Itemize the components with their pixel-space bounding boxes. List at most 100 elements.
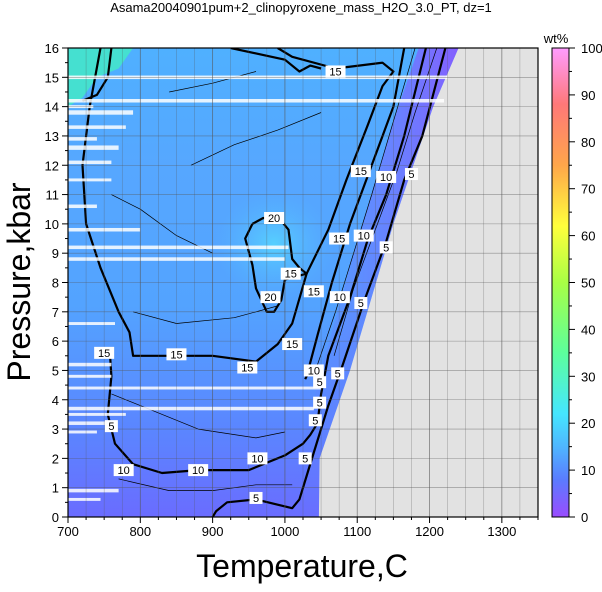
contour-label: 5 xyxy=(313,376,327,389)
colorbar-tick-label: 0 xyxy=(581,510,588,525)
y-tick-label: 16 xyxy=(45,41,59,56)
data-gap xyxy=(68,178,112,182)
x-axis-label: Temperature,C xyxy=(196,548,408,584)
contour-label-text: 5 xyxy=(108,421,114,433)
contour-label: 10 xyxy=(247,452,268,465)
contour-label-text: 10 xyxy=(334,292,346,304)
contour-label: 5 xyxy=(313,396,327,410)
contour-label-text: 5 xyxy=(253,493,259,505)
data-gap xyxy=(68,160,112,165)
y-tick-label: 1 xyxy=(52,481,59,496)
x-tick-label: 900 xyxy=(202,524,224,539)
colorbar-tick-label: 20 xyxy=(581,416,595,431)
contour-label: 10 xyxy=(376,170,397,184)
y-tick-label: 2 xyxy=(52,451,59,466)
contour-label: 15 xyxy=(282,338,303,351)
contour-label-text: 10 xyxy=(308,365,320,377)
contour-label-text: 5 xyxy=(302,453,308,465)
contour-label: 20 xyxy=(264,212,285,225)
contour-label: 15 xyxy=(166,348,187,361)
contour-label: 5 xyxy=(354,297,368,310)
x-tick-label: 1300 xyxy=(487,524,516,539)
y-tick-label: 14 xyxy=(45,100,59,115)
contour-label: 10 xyxy=(303,364,324,377)
contour-label: 10 xyxy=(113,464,134,477)
data-gap xyxy=(68,497,101,501)
data-gap xyxy=(68,245,289,250)
colorbar-tick-label: 60 xyxy=(581,229,595,244)
contour-label-text: 10 xyxy=(192,465,204,477)
x-tick-label: 1000 xyxy=(270,524,299,539)
y-tick-label: 0 xyxy=(52,510,59,525)
contour-label: 15 xyxy=(325,65,346,78)
y-axis-ticks: 012345678910111213141516 xyxy=(45,41,68,525)
contour-label-text: 15 xyxy=(98,348,110,360)
x-axis-ticks: 700 800 900 1000 1100 1200 1300 xyxy=(57,517,539,539)
data-field-high-region xyxy=(214,189,335,300)
x-tick-label: 700 xyxy=(57,524,79,539)
contour-label: 10 xyxy=(353,229,374,243)
y-tick-label: 4 xyxy=(52,393,59,408)
contour-label-text: 20 xyxy=(264,292,276,304)
y-tick-label: 15 xyxy=(45,70,59,85)
contour-label-text: 5 xyxy=(317,377,323,389)
data-gap xyxy=(68,125,126,129)
chart-title: Asama20040901pum+2_clinopyroxene_mass_H2… xyxy=(110,0,492,15)
contour-label-text: 10 xyxy=(380,172,392,184)
contour-label: 5 xyxy=(379,241,393,254)
contour-label-text: 15 xyxy=(286,339,298,351)
contour-label-text: 10 xyxy=(118,465,130,477)
contour-label: 15 xyxy=(94,346,115,360)
y-tick-label: 12 xyxy=(45,158,59,173)
contour-label: 5 xyxy=(249,491,263,505)
contour-label-text: 15 xyxy=(333,234,345,246)
contour-label: 10 xyxy=(188,464,209,477)
y-tick-label: 7 xyxy=(52,305,59,320)
data-gap xyxy=(68,110,134,115)
data-gap xyxy=(68,99,444,103)
contour-label-text: 15 xyxy=(170,349,182,361)
data-gap xyxy=(68,488,119,493)
contour-label: 5 xyxy=(404,168,418,181)
contour-label-text: 5 xyxy=(358,298,364,310)
contour-label-text: 5 xyxy=(312,415,318,427)
y-tick-label: 10 xyxy=(45,217,59,232)
data-gap xyxy=(68,137,97,141)
data-gap xyxy=(68,362,112,367)
y-tick-label: 13 xyxy=(45,129,59,144)
y-tick-label: 9 xyxy=(52,246,59,261)
contour-label: 20 xyxy=(260,291,281,304)
colorbar-tick-label: 90 xyxy=(581,88,595,103)
contour-label: 5 xyxy=(298,452,312,465)
contour-label: 15 xyxy=(237,361,258,375)
y-tick-label: 11 xyxy=(46,188,60,203)
contour-label-text: 15 xyxy=(241,363,253,375)
contour-label-text: 15 xyxy=(355,166,367,178)
x-tick-label: 800 xyxy=(129,524,151,539)
data-gap xyxy=(68,374,112,378)
colorbar xyxy=(551,47,570,518)
contour-label-text: 5 xyxy=(408,169,414,181)
colorbar-tick-label: 50 xyxy=(581,276,595,291)
colorbar-tick-label: 80 xyxy=(581,135,595,150)
y-tick-label: 6 xyxy=(52,334,59,349)
y-tick-label: 5 xyxy=(52,363,59,378)
data-gap xyxy=(68,412,126,416)
contour-label-text: 5 xyxy=(383,242,389,254)
data-gap xyxy=(68,145,119,150)
chart: 15151515151515 151520201010101010 10105555… xyxy=(1,0,602,584)
contour-label-text: 5 xyxy=(335,368,341,380)
colorbar-tick-label: 40 xyxy=(581,322,595,337)
colorbar-label: wt% xyxy=(543,31,569,46)
colorbar-tick-label: 100 xyxy=(581,41,602,56)
contour-label-text: 10 xyxy=(358,231,370,243)
colorbar-ticks: 0 10 20 30 40 50 60 70 80 90 100 xyxy=(569,41,602,525)
contour-label-text: 5 xyxy=(317,398,323,410)
y-tick-label: 3 xyxy=(52,422,59,437)
contour-label: 5 xyxy=(104,420,118,433)
colorbar-tick-label: 70 xyxy=(581,182,595,197)
x-tick-label: 1200 xyxy=(415,524,444,539)
contour-label-text: 20 xyxy=(268,213,280,225)
data-gap xyxy=(68,204,97,209)
contour-label-text: 15 xyxy=(285,269,297,281)
